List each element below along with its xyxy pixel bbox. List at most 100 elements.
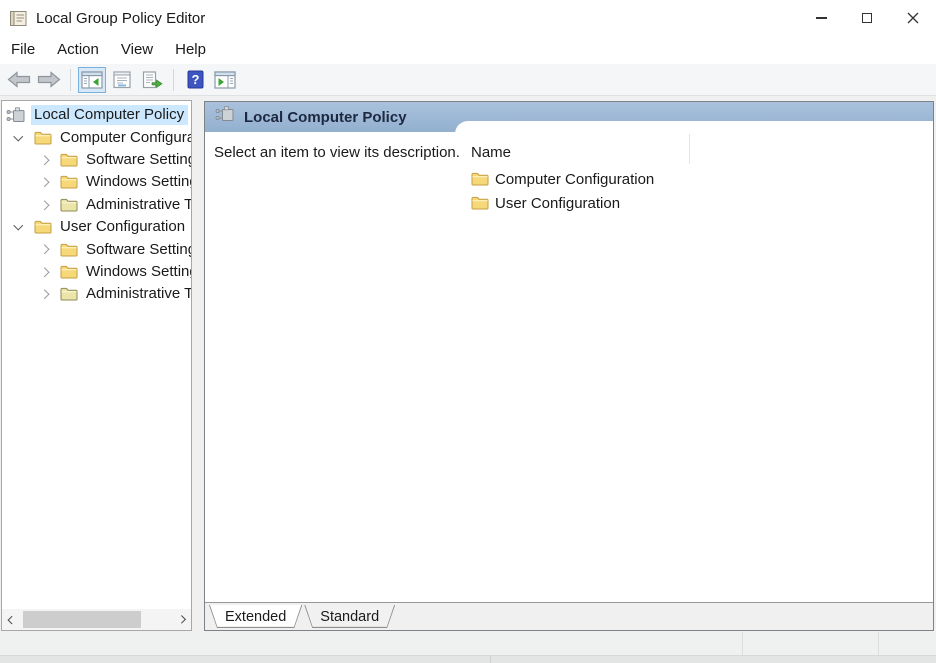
menu-help[interactable]: Help (165, 38, 216, 63)
result-pane: Local Computer Policy Select an item to … (204, 101, 934, 631)
column-header-name[interactable]: Name (471, 144, 511, 161)
chevron-right-icon (177, 615, 186, 624)
chevron-left-icon (7, 615, 16, 624)
column-divider[interactable] (689, 134, 690, 164)
tree-item-label: Local Computer Policy (31, 105, 189, 126)
description-text: Select an item to view its description. (214, 144, 460, 161)
list-item-computer-configuration[interactable]: Computer Configuration (471, 167, 654, 191)
horizontal-scrollbar[interactable] (2, 609, 191, 630)
folder-icon (60, 243, 78, 257)
window-title: Local Group Policy Editor (36, 9, 206, 27)
svg-text:?: ? (191, 72, 199, 87)
chevron-right-icon[interactable] (34, 177, 60, 187)
tree-item-local-computer-policy[interactable]: Local Computer Policy (2, 104, 191, 126)
tab-standard[interactable]: Standard (304, 605, 395, 628)
toolbar-forward-button[interactable] (35, 67, 63, 93)
folder-icon (471, 196, 489, 210)
minimize-button[interactable] (798, 0, 844, 36)
chevron-right-icon[interactable] (34, 155, 60, 165)
folder-icon (34, 131, 52, 145)
tree-item-label: User Configuration (60, 218, 186, 236)
menu-action[interactable]: Action (47, 38, 109, 63)
toolbar-properties-button[interactable] (108, 67, 136, 93)
toolbar: ? (0, 64, 936, 96)
list-item-label: User Configuration (495, 194, 621, 212)
tree-item-administrative-templates[interactable]: Administrative Templates (2, 283, 191, 305)
gpedit-scroll-icon (9, 10, 28, 27)
folder-icon (60, 265, 78, 279)
help-book-icon: ? (187, 70, 204, 89)
arrow-left-icon (7, 71, 31, 88)
scroll-left-button[interactable] (2, 609, 19, 630)
result-pane-title: Local Computer Policy (244, 108, 407, 126)
toolbar-separator (173, 68, 174, 91)
minimize-icon (815, 17, 827, 19)
tree-item-user-configuration[interactable]: User Configuration (2, 216, 191, 238)
tab-label: Extended (225, 608, 287, 625)
maximize-icon (862, 13, 872, 23)
tree-item-label: Software Settings (86, 150, 191, 168)
app-window: Local Group Policy Editor File Action View… (0, 0, 936, 663)
folder-icon (60, 175, 78, 189)
tree-item-label: Computer Configuration (60, 128, 191, 146)
tree-item-label: Windows Settings (86, 173, 191, 191)
status-bar-divider (878, 632, 879, 655)
folder-icon (34, 220, 52, 234)
list-item-user-configuration[interactable]: User Configuration (471, 191, 654, 215)
chevron-right-icon[interactable] (34, 244, 60, 255)
toolbar-back-button[interactable] (5, 67, 33, 93)
folder-icon (471, 172, 489, 186)
chevron-down-icon[interactable] (8, 221, 34, 231)
scrollbar-thumb[interactable] (23, 611, 141, 628)
chevron-right-icon[interactable] (34, 200, 60, 210)
menu-view[interactable]: View (111, 38, 163, 63)
arrow-right-icon (37, 71, 61, 88)
tree-item-computer-configuration[interactable]: Computer Configuration (2, 126, 191, 148)
status-bar (0, 632, 936, 655)
toolbar-show-console-tree-button[interactable] (78, 66, 106, 93)
scrollbar-track[interactable] (19, 609, 174, 630)
close-button[interactable] (890, 0, 936, 36)
tab-label: Standard (320, 608, 380, 625)
toolbar-show-action-pane-button[interactable] (211, 67, 239, 93)
console-tree: Local Computer Policy Computer Configurat… (2, 104, 191, 608)
export-list-icon (142, 70, 163, 89)
tree-item-label: Software Settings (86, 240, 191, 258)
window-action-pane-icon (214, 70, 236, 89)
toolbar-export-list-button[interactable] (138, 67, 166, 93)
group-policy-icon (6, 107, 26, 124)
tree-item-label: Administrative Templates (86, 285, 191, 303)
title-bar: Local Group Policy Editor (0, 0, 936, 36)
tree-item-label: Windows Settings (86, 262, 191, 280)
menu-file[interactable]: File (10, 38, 45, 63)
items-list: Computer Configuration User Configuration (471, 167, 654, 215)
chevron-down-icon[interactable] (8, 131, 34, 141)
tree-item-administrative-templates[interactable]: Administrative Templates (2, 194, 191, 216)
list-item-label: Computer Configuration (495, 170, 655, 188)
scroll-right-button[interactable] (174, 609, 191, 630)
tree-item-software-settings[interactable]: Software Settings (2, 238, 191, 260)
status-bar-divider (742, 632, 743, 655)
console-tree-panel: Local Computer Policy Computer Configurat… (1, 100, 192, 631)
menu-bar: File Action View Help (0, 36, 936, 64)
properties-icon (112, 70, 132, 89)
chevron-right-icon[interactable] (34, 267, 60, 277)
maximize-button[interactable] (844, 0, 890, 36)
folder-icon (60, 153, 78, 167)
close-icon (907, 12, 919, 24)
group-policy-icon (215, 106, 235, 128)
tab-extended[interactable]: Extended (209, 605, 302, 628)
window-controls (798, 0, 936, 36)
toolbar-separator (70, 68, 71, 91)
toolbar-help-button[interactable]: ? (181, 67, 209, 93)
chevron-right-icon[interactable] (34, 289, 60, 299)
background-divider (490, 656, 491, 663)
view-tabs-bar: Extended Standard (205, 602, 933, 630)
content-area: Local Computer Policy Computer Configurat… (0, 96, 936, 632)
tree-item-windows-settings[interactable]: Windows Settings (2, 261, 191, 283)
tree-item-software-settings[interactable]: Software Settings (2, 149, 191, 171)
folder-admin-icon (60, 198, 78, 212)
tree-item-windows-settings[interactable]: Windows Settings (2, 171, 191, 193)
screen-background (0, 655, 936, 663)
tree-item-label: Administrative Templates (86, 195, 191, 213)
